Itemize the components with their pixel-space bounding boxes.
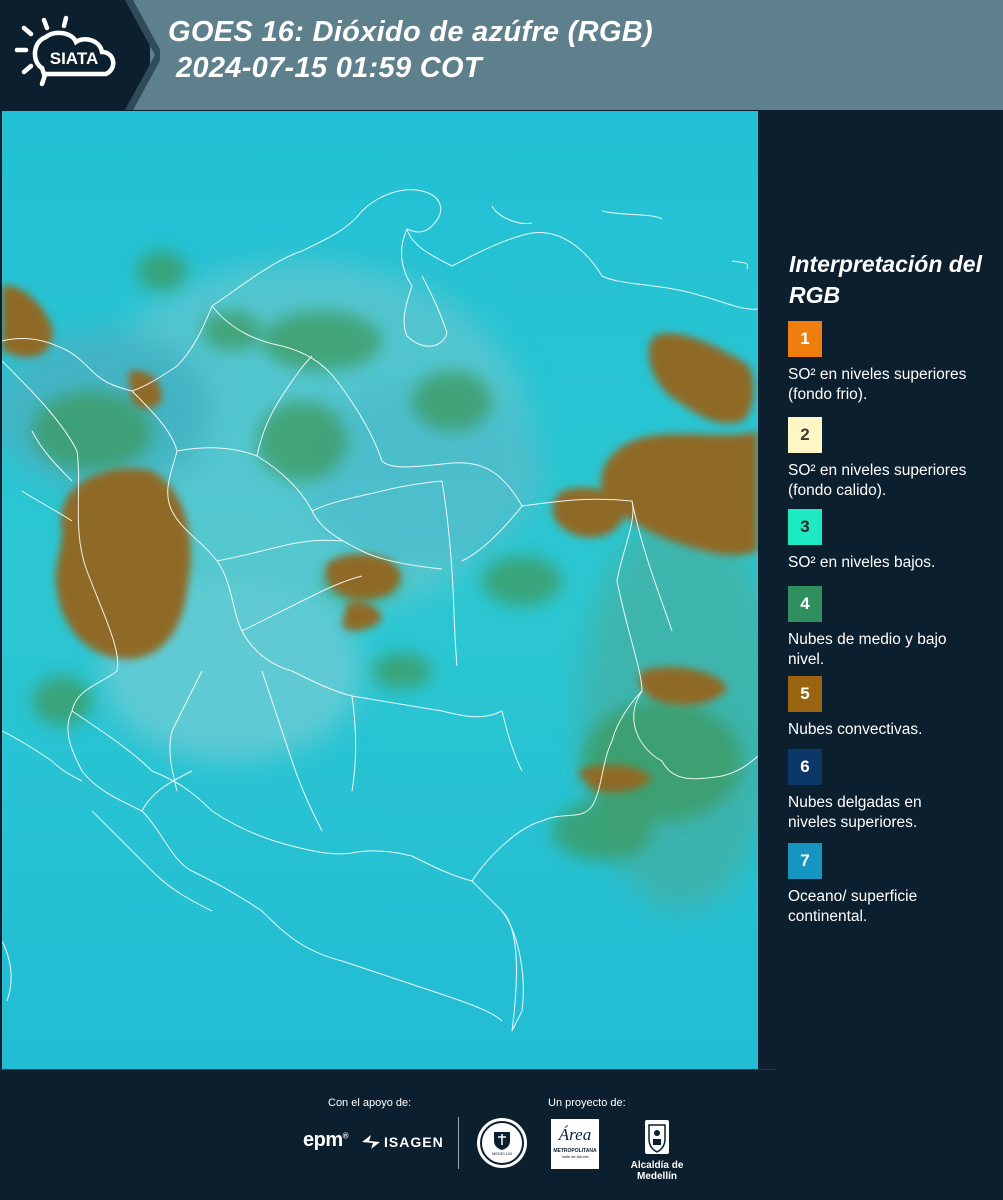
legend-label: SO² en niveles superiores (fondo calido)… bbox=[788, 462, 967, 499]
footer-rule bbox=[0, 1069, 775, 1070]
project-label: Un proyecto de: bbox=[548, 1097, 626, 1109]
alcaldia-logo-text: Alcaldía de Medellín bbox=[630, 1160, 684, 1182]
area-metropolitana-logo[interactable]: Área METROPOLITANA Valle de Aburrá bbox=[551, 1119, 599, 1169]
legend-label: SO² en niveles superiores (fondo frio). bbox=[788, 366, 967, 403]
legend-item-1: 1 SO² en niveles superiores (fondo frio). bbox=[788, 321, 988, 405]
legend-panel: Interpretación del RGB 1 SO² en niveles s… bbox=[760, 111, 1003, 1069]
medellin-seal[interactable]: MEDELLIN bbox=[477, 1118, 527, 1168]
isagen-symbol-icon bbox=[362, 1135, 380, 1149]
page-title: GOES 16: Dióxido de azúfre (RGB) 2024-07… bbox=[168, 14, 653, 86]
isagen-logo-text: ISAGEN bbox=[384, 1134, 444, 1150]
coat-of-arms-icon bbox=[645, 1120, 669, 1154]
legend-item-5: 5 Nubes convectivas. bbox=[788, 676, 988, 740]
footer: Con el apoyo de: Un proyecto de: epm® IS… bbox=[0, 1069, 1003, 1200]
area-subtitle-2: Valle de Aburrá bbox=[561, 1154, 589, 1159]
legend-item-3: 3 SO² en niveles bajos. bbox=[788, 509, 988, 573]
isagen-logo[interactable]: ISAGEN bbox=[360, 1133, 444, 1151]
legend-swatch: 7 bbox=[788, 843, 822, 879]
shield-icon bbox=[494, 1131, 510, 1150]
epm-logo-text: epm bbox=[303, 1129, 343, 1151]
legend-label: Nubes convectivas. bbox=[788, 721, 923, 738]
legend-item-4: 4 Nubes de medio y bajo nivel. bbox=[788, 586, 988, 670]
legend-swatch: 6 bbox=[788, 749, 822, 785]
support-label: Con el apoyo de: bbox=[328, 1097, 412, 1109]
siata-logo: SIATA bbox=[14, 15, 116, 87]
legend-label: Nubes delgadas en niveles superiores. bbox=[788, 794, 922, 831]
legend-swatch: 3 bbox=[788, 509, 822, 545]
legend-swatch: 2 bbox=[788, 417, 822, 453]
title-line-2: 2024-07-15 01:59 COT bbox=[176, 52, 482, 84]
title-line-1: GOES 16: Dióxido de azúfre (RGB) bbox=[168, 16, 653, 48]
legend-swatch: 5 bbox=[788, 676, 822, 712]
legend-label: Oceano/ superficie continental. bbox=[788, 888, 918, 925]
epm-logo[interactable]: epm® bbox=[303, 1129, 349, 1152]
legend-title: Interpretación del RGB bbox=[789, 251, 982, 308]
legend-swatch: 4 bbox=[788, 586, 822, 622]
siata-logo-text: SIATA bbox=[50, 49, 98, 68]
alcaldia-logo[interactable]: Alcaldía de Medellín bbox=[611, 1119, 703, 1182]
legend-label: Nubes de medio y bajo nivel. bbox=[788, 631, 947, 668]
header: SIATA GOES 16: Dióxido de azúfre (RGB) 2… bbox=[0, 0, 1003, 110]
footer-divider bbox=[458, 1117, 459, 1169]
satellite-map[interactable] bbox=[2, 111, 758, 1069]
legend-label: SO² en niveles bajos. bbox=[788, 554, 936, 571]
legend-item-2: 2 SO² en niveles superiores (fondo calido… bbox=[788, 417, 988, 501]
legend-swatch: 1 bbox=[788, 321, 822, 357]
map-canvas bbox=[2, 111, 758, 1069]
legend-item-7: 7 Oceano/ superficie continental. bbox=[788, 843, 988, 927]
medellin-seal-text: MEDELLIN bbox=[491, 1150, 512, 1156]
legend-item-6: 6 Nubes delgadas en niveles superiores. bbox=[788, 749, 988, 833]
area-logo-text: Área bbox=[558, 1125, 592, 1144]
